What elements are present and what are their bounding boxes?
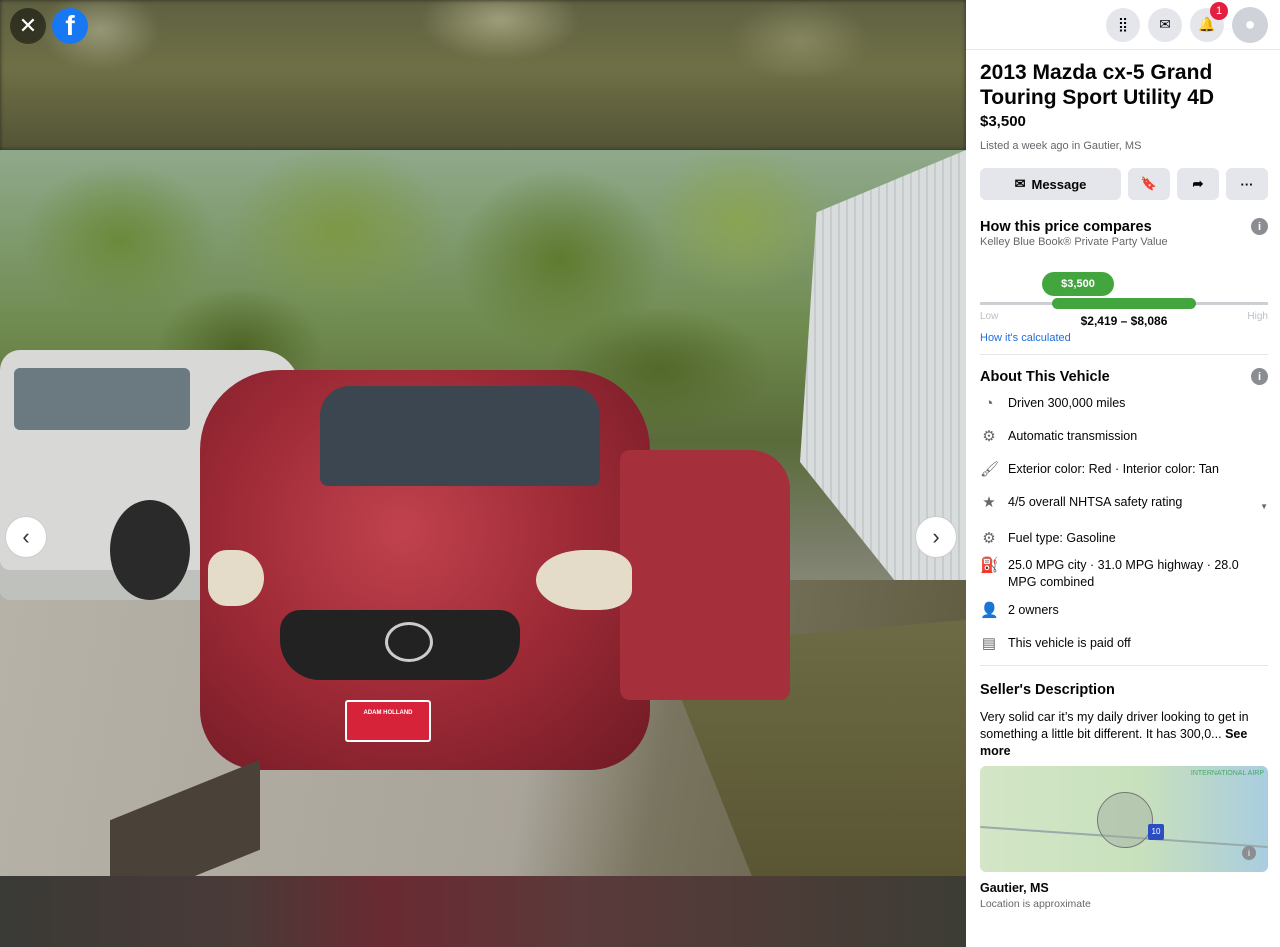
map-info-icon[interactable]: i: [1242, 846, 1256, 860]
about-item-text: This vehicle is paid off: [1008, 636, 1131, 650]
messenger-icon: ✉: [1159, 16, 1171, 32]
about-item-text: Driven 300,000 miles: [1008, 396, 1126, 410]
divider: [980, 665, 1268, 666]
photo-red-mazda: ADAM HOLLAND: [200, 370, 790, 770]
speedometer-icon: ◔: [984, 395, 994, 412]
next-photo-button[interactable]: ›: [915, 516, 957, 558]
location-approx: Location is approximate: [980, 898, 1091, 910]
listing-sidebar: ⣿ ✉ 🔔 1 ● 2013 Mazda cx-5 Grand Touring …: [966, 0, 1280, 947]
divider: [980, 354, 1268, 355]
car-windshield: [320, 386, 600, 486]
account-avatar[interactable]: ●: [1232, 6, 1268, 43]
info-icon[interactable]: i: [1251, 218, 1268, 235]
price-compare-header: How this price compares i: [980, 218, 1268, 235]
map-area-circle: [1097, 792, 1153, 848]
notification-badge: 1: [1210, 1, 1228, 20]
location-map[interactable]: 10 INTERNATIONAL AIRP i: [980, 766, 1268, 872]
range-fill: [1052, 298, 1196, 309]
message-label: Message: [1031, 176, 1087, 192]
about-item: ⚙ Fuel type: Gasoline: [980, 530, 1268, 548]
car-open-door: [620, 450, 790, 700]
jeep-window: [14, 368, 190, 430]
about-item-text: 25.0 MPG city · 31.0 MPG highway · 28.0 …: [1008, 558, 1239, 589]
chevron-down-icon[interactable]: ▼: [1260, 498, 1268, 515]
about-item-text: Fuel type: Gasoline: [1008, 531, 1116, 545]
car-headlight-right: [536, 550, 632, 610]
about-item: ▤ This vehicle is paid off: [980, 635, 1268, 653]
about-title: About This Vehicle: [980, 368, 1110, 385]
about-item: ◔ Driven 300,000 miles: [980, 395, 1268, 413]
listing-title: 2013 Mazda cx-5 Grand Touring Sport Util…: [980, 61, 1215, 109]
more-button[interactable]: ···: [1226, 168, 1268, 200]
price-pill: $3,500: [1042, 272, 1114, 296]
about-item-text: 2 owners: [1008, 603, 1059, 617]
bookmark-icon: 🔖: [1140, 176, 1158, 191]
facebook-logo-link[interactable]: f: [52, 8, 88, 44]
about-item-text: 4/5 overall NHTSA safety rating: [1008, 495, 1183, 509]
person-icon: 👤: [980, 602, 999, 619]
save-button[interactable]: 🔖: [1128, 168, 1170, 200]
car-plate: ADAM HOLLAND: [345, 700, 431, 742]
notifications-button[interactable]: 🔔 1: [1190, 1, 1228, 42]
gas-pump-icon: ⛽: [980, 557, 999, 574]
low-label: Low: [980, 311, 999, 322]
top-nav: ⣿ ✉ 🔔 1 ●: [966, 0, 1280, 50]
close-button[interactable]: ✕: [10, 8, 46, 44]
info-icon[interactable]: i: [1251, 368, 1268, 385]
previous-photo-button[interactable]: ‹: [5, 516, 47, 558]
seller-description: Very solid car it’s my daily driver look…: [980, 709, 1268, 760]
blurred-background-bottom: [0, 876, 966, 947]
close-icon: ✕: [18, 13, 38, 38]
about-item-text: Automatic transmission: [1008, 429, 1138, 443]
car-logo: [385, 622, 433, 662]
engine-icon: ⚙: [982, 428, 996, 445]
about-item-text: Exterior color: Red · Interior color: Ta…: [1008, 462, 1219, 476]
avatar-icon: ●: [1244, 14, 1256, 34]
seller-description-text: Very solid car it’s my daily driver look…: [980, 710, 1249, 741]
location-name: Gautier, MS: [980, 881, 1049, 895]
engine-icon: ⚙: [982, 530, 996, 547]
about-header: About This Vehicle i: [980, 368, 1268, 385]
document-icon: ▤: [981, 635, 997, 652]
about-list: ◔ Driven 300,000 miles ⚙ Automatic transmis…: [980, 395, 1268, 653]
listing-price: $3,500: [980, 113, 1026, 130]
how-calculated-link[interactable]: How it's calculated: [980, 332, 1268, 344]
message-button[interactable]: ✉ Message: [980, 168, 1121, 200]
price-compare-subtitle: Kelley Blue Book® Private Party Value: [980, 236, 1168, 248]
grid-menu-icon: ⣿: [1117, 16, 1129, 32]
chevron-right-icon: ›: [932, 524, 940, 549]
about-item: ⛽ 25.0 MPG city · 31.0 MPG highway · 28.0…: [980, 557, 1268, 591]
seller-description-title: Seller's Description: [980, 682, 1115, 698]
share-icon: ➦: [1192, 176, 1204, 191]
messenger-button[interactable]: ✉: [1148, 7, 1182, 42]
facebook-icon: f: [65, 10, 75, 41]
paint-icon: 🖌: [980, 461, 1000, 478]
photo-viewer: ADAM HOLLAND ✕ f ‹ ›: [0, 0, 966, 947]
about-item[interactable]: ★ 4/5 overall NHTSA safety rating ▼: [980, 494, 1268, 515]
highway-shield: 10: [1148, 824, 1164, 840]
listing-photo: ADAM HOLLAND: [0, 150, 966, 876]
about-item: 🖌 Exterior color: Red · Interior color: T…: [980, 461, 1268, 479]
about-item: 👤 2 owners: [980, 602, 1268, 620]
car-headlight-left: [208, 550, 264, 606]
chevron-left-icon: ‹: [22, 524, 30, 549]
price-range: $2,419 – $8,086: [1080, 314, 1168, 328]
blurred-background-top: [0, 0, 966, 150]
price-range-chart: $3,500 Low High $2,419 – $8,086: [980, 258, 1268, 330]
star-icon: ★: [982, 494, 996, 511]
map-airport-label: INTERNATIONAL AIRP: [1190, 770, 1264, 777]
action-bar: ✉ Message 🔖 ➦ ···: [980, 168, 1268, 200]
plate-text: ADAM HOLLAND: [363, 710, 413, 716]
bell-icon: 🔔: [1198, 16, 1216, 32]
price-compare-title: How this price compares: [980, 218, 1152, 235]
listing-details: 2013 Mazda cx-5 Grand Touring Sport Util…: [966, 50, 1280, 910]
jeep-wheel: [110, 500, 190, 600]
more-icon: ···: [1240, 176, 1254, 192]
messenger-icon: ✉: [1014, 176, 1026, 191]
high-label: High: [1247, 311, 1268, 322]
listed-info: Listed a week ago in Gautier, MS: [980, 140, 1142, 152]
share-button[interactable]: ➦: [1177, 168, 1219, 200]
about-item: ⚙ Automatic transmission: [980, 428, 1268, 446]
menu-button[interactable]: ⣿: [1106, 7, 1140, 42]
